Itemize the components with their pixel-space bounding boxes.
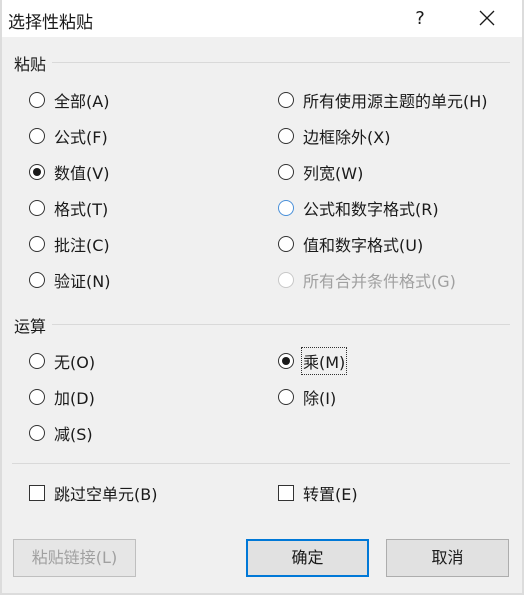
close-icon bbox=[479, 10, 495, 26]
option-label: 除(I) bbox=[303, 389, 337, 408]
operation-option-none[interactable]: 无(O) bbox=[29, 349, 95, 373]
radio-circle[interactable] bbox=[278, 389, 294, 405]
paste-option-validation[interactable]: 验证(N) bbox=[29, 268, 110, 292]
operation-option-add[interactable]: 加(D) bbox=[29, 385, 95, 409]
skip-blanks-checkbox[interactable]: 跳过空单元(B) bbox=[29, 481, 157, 505]
help-button[interactable]: ? bbox=[400, 0, 440, 37]
radio-circle[interactable] bbox=[278, 128, 294, 144]
paste-option-source-theme[interactable]: 所有使用源主题的单元(H) bbox=[278, 88, 488, 112]
option-label: 公式和数字格式(R) bbox=[303, 200, 439, 219]
radio-circle[interactable] bbox=[278, 92, 294, 108]
radio-circle-checked[interactable] bbox=[29, 164, 45, 180]
radio-circle-checked[interactable] bbox=[278, 353, 294, 369]
operation-section-separator bbox=[52, 324, 510, 325]
operation-option-subtract[interactable]: 减(S) bbox=[29, 421, 93, 445]
checkbox-label: 转置(E) bbox=[303, 485, 358, 504]
paste-link-button: 粘贴链接(L) bbox=[13, 539, 136, 577]
paste-option-formats[interactable]: 格式(T) bbox=[29, 196, 108, 220]
paste-option-formulas-number-formats[interactable]: 公式和数字格式(R) bbox=[278, 196, 439, 220]
option-label: 列宽(W) bbox=[303, 164, 364, 183]
radio-circle[interactable] bbox=[278, 236, 294, 252]
radio-circle[interactable] bbox=[29, 236, 45, 252]
radio-circle[interactable] bbox=[29, 353, 45, 369]
paste-option-formulas[interactable]: 公式(F) bbox=[29, 124, 108, 148]
radio-circle[interactable] bbox=[29, 389, 45, 405]
paste-section-separator bbox=[52, 62, 510, 63]
paste-option-values-number-formats[interactable]: 值和数字格式(U) bbox=[278, 232, 423, 256]
transpose-checkbox[interactable]: 转置(E) bbox=[278, 481, 358, 505]
window-border-left bbox=[0, 0, 2, 595]
paste-section-title: 粘贴 bbox=[14, 55, 47, 74]
radio-circle[interactable] bbox=[278, 164, 294, 180]
paste-option-except-borders[interactable]: 边框除外(X) bbox=[278, 124, 390, 148]
option-label: 加(D) bbox=[54, 389, 95, 408]
radio-circle[interactable] bbox=[29, 425, 45, 441]
operation-option-multiply[interactable]: 乘(M) bbox=[278, 347, 348, 375]
option-label: 验证(N) bbox=[54, 272, 111, 291]
option-label: 边框除外(X) bbox=[303, 128, 391, 147]
option-label: 所有使用源主题的单元(H) bbox=[303, 92, 488, 111]
ok-button[interactable]: 确定 bbox=[246, 539, 369, 577]
checkbox-box[interactable] bbox=[278, 485, 294, 501]
radio-circle-disabled bbox=[278, 272, 294, 288]
radio-circle[interactable] bbox=[29, 200, 45, 216]
dialog-title: 选择性粘贴 bbox=[8, 13, 93, 33]
checkbox-separator bbox=[12, 463, 510, 464]
option-label: 减(S) bbox=[54, 425, 93, 444]
paste-option-merge-conditional-formats: 所有合并条件格式(G) bbox=[278, 268, 456, 292]
option-label: 所有合并条件格式(G) bbox=[303, 272, 456, 291]
option-label: 乘(M) bbox=[300, 347, 348, 375]
close-button[interactable] bbox=[464, 0, 510, 37]
option-label: 数值(V) bbox=[54, 164, 110, 183]
cancel-button[interactable]: 取消 bbox=[386, 539, 509, 577]
paste-option-values[interactable]: 数值(V) bbox=[29, 160, 109, 184]
option-label: 值和数字格式(U) bbox=[303, 236, 424, 255]
option-label: 批注(C) bbox=[54, 236, 110, 255]
paste-option-comments[interactable]: 批注(C) bbox=[29, 232, 110, 256]
radio-circle[interactable] bbox=[29, 128, 45, 144]
option-label: 公式(F) bbox=[54, 128, 108, 147]
option-label: 格式(T) bbox=[54, 200, 109, 219]
radio-circle[interactable] bbox=[29, 272, 45, 288]
title-bar[interactable]: 选择性粘贴 ? bbox=[2, 0, 522, 37]
radio-circle[interactable] bbox=[278, 200, 294, 216]
checkbox-box[interactable] bbox=[29, 485, 45, 501]
radio-circle[interactable] bbox=[29, 92, 45, 108]
option-label: 无(O) bbox=[54, 353, 96, 372]
paste-option-column-widths[interactable]: 列宽(W) bbox=[278, 160, 363, 184]
paste-option-all[interactable]: 全部(A) bbox=[29, 88, 109, 112]
option-label: 全部(A) bbox=[54, 92, 110, 111]
operation-section-title: 运算 bbox=[14, 317, 47, 336]
checkbox-label: 跳过空单元(B) bbox=[54, 485, 158, 504]
operation-option-divide[interactable]: 除(I) bbox=[278, 385, 336, 409]
